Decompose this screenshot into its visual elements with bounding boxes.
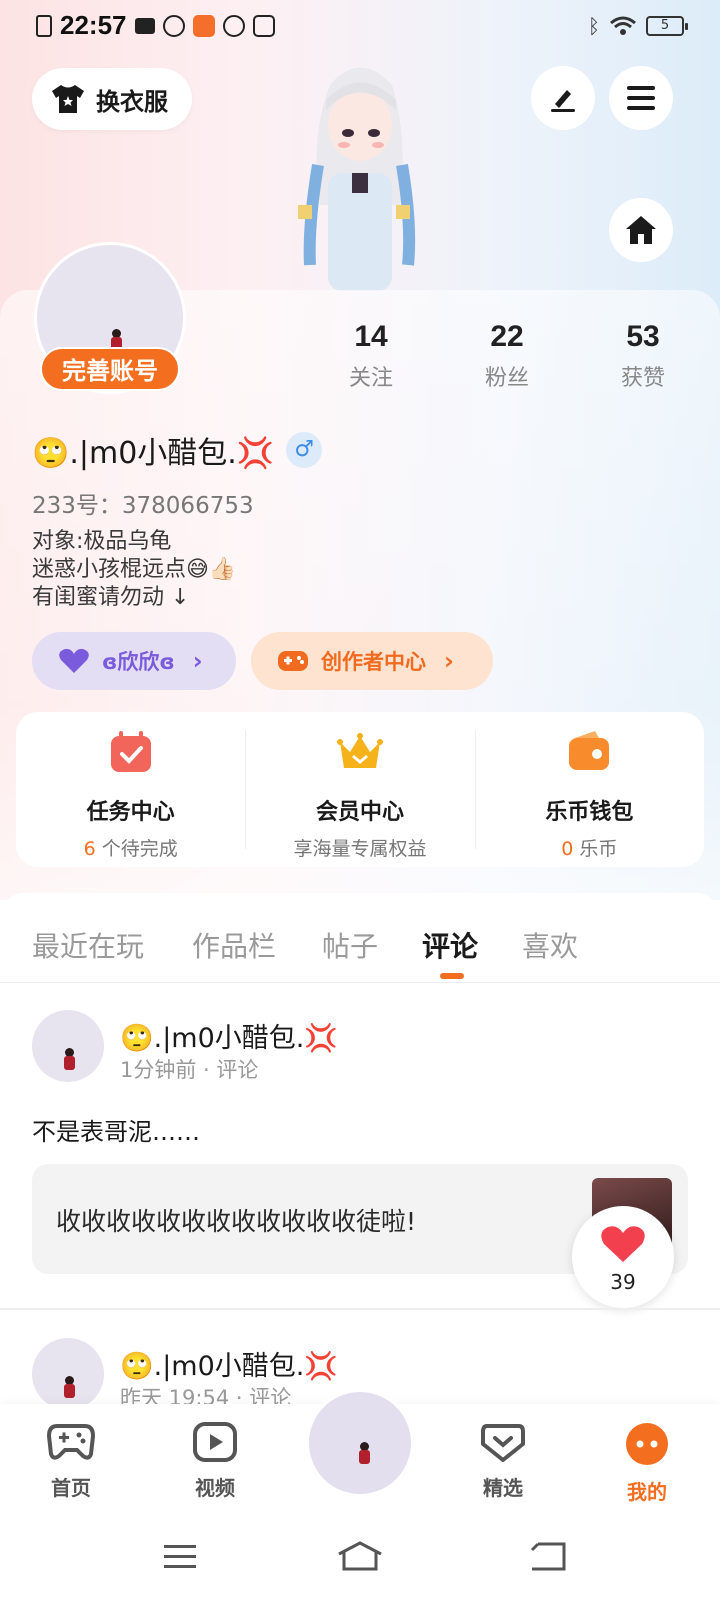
following-label: 关注 — [348, 366, 393, 391]
purple-heart-icon — [59, 648, 89, 673]
system-navigation-bar — [0, 1514, 720, 1606]
comment-avatar[interactable] — [32, 1338, 104, 1410]
pen-icon — [551, 90, 575, 112]
following-count: 14 — [354, 320, 388, 353]
like-count: 39 — [610, 1270, 636, 1294]
status-time: 22:57 — [60, 10, 127, 40]
home-space-button[interactable] — [609, 198, 673, 262]
bio-line: 有闺蜜请勿动 ↓ — [32, 585, 190, 610]
edit-button[interactable] — [531, 66, 595, 130]
vip-center-sub: 享海量专属权益 — [293, 838, 427, 860]
comment-divider — [0, 1308, 720, 1310]
bio-line: 迷惑小孩棍远点😅👍🏻 — [32, 557, 237, 582]
nav-center-avatar[interactable] — [305, 1388, 415, 1498]
recent-apps-icon[interactable] — [162, 1542, 198, 1572]
tab-recent-played[interactable]: 最近在玩 — [32, 925, 144, 965]
tab-comments[interactable]: 评论 — [422, 925, 478, 965]
stat-followers[interactable]: 22 粉丝 — [462, 320, 552, 392]
calendar-check-icon — [110, 731, 151, 772]
tab-posts[interactable]: 帖子 — [322, 925, 378, 965]
nav-home-label: 首页 — [51, 1476, 91, 1500]
nav-featured-label: 精选 — [483, 1476, 523, 1500]
wallet-item[interactable]: 乐币钱包 0 乐币 — [474, 712, 704, 867]
app-notification-icon — [192, 14, 215, 37]
profile-dots-icon — [626, 1423, 668, 1465]
heart-chat-icon — [481, 1424, 525, 1462]
service-card: 任务中心 6 个待完成 会员中心 享海量专属权益 乐币钱包 0 乐币 — [16, 712, 704, 867]
notification-icon — [162, 14, 185, 37]
sim-icon — [36, 14, 52, 37]
username-row: 🙄.|m0小醋包.💢 ♂ — [32, 428, 323, 472]
task-center-item[interactable]: 任务中心 6 个待完成 — [16, 712, 245, 867]
chevron-right-icon: › — [192, 647, 203, 675]
avatar-character[interactable] — [290, 55, 430, 291]
battery-icon: 5 — [646, 16, 688, 36]
quoted-post-text: 收收收收收收收收收收收收徒啦! — [56, 1207, 417, 1236]
nav-me[interactable]: 我的 — [602, 1422, 692, 1505]
avatar-figure — [62, 1376, 76, 1400]
likes-label: 获赞 — [620, 366, 665, 391]
wallet-sub: 0 乐币 — [561, 838, 618, 860]
tab-works[interactable]: 作品栏 — [192, 925, 276, 965]
bio-line: 对象:极品乌龟 — [32, 529, 172, 554]
likes-count: 53 — [626, 320, 660, 353]
comment-text: 不是表哥泥…… — [32, 1118, 200, 1146]
avatar-figure — [357, 1442, 371, 1466]
back-icon[interactable] — [528, 1540, 568, 1572]
bluetooth-icon: ᛒ — [588, 14, 600, 38]
iqiyi-icon — [252, 14, 275, 37]
hamburger-icon — [627, 86, 655, 110]
video-icon — [193, 1422, 237, 1462]
nav-video[interactable]: 视频 — [170, 1422, 260, 1501]
gamepad-icon — [278, 651, 308, 671]
tshirt-icon — [52, 85, 84, 113]
complete-account-button[interactable]: 完善账号 — [40, 347, 180, 391]
male-gender-icon: ♂ — [286, 432, 323, 468]
tab-likes[interactable]: 喜欢 — [522, 925, 578, 965]
tab-active-indicator — [440, 973, 464, 979]
wallet-icon — [569, 731, 610, 770]
chevron-right-icon: › — [444, 647, 454, 675]
bio: 对象:极品乌龟 迷惑小孩棍远点😅👍🏻 有闺蜜请勿动 ↓ — [32, 528, 236, 612]
stat-following[interactable]: 14 关注 — [326, 320, 416, 392]
content-tabs: 最近在玩 作品栏 帖子 评论 喜欢 — [0, 893, 720, 983]
stat-likes[interactable]: 53 获赞 — [598, 320, 688, 392]
task-center-title: 任务中心 — [86, 800, 175, 825]
nav-featured[interactable]: 精选 — [458, 1422, 548, 1501]
nav-video-label: 视频 — [195, 1476, 235, 1500]
avatar-figure — [62, 1048, 76, 1072]
vip-center-item[interactable]: 会员中心 享海量专属权益 — [245, 712, 474, 867]
comment-username: 🙄.|m0小醋包.💢 — [120, 1351, 338, 1382]
heart-icon — [601, 1226, 645, 1262]
wifi-icon — [610, 16, 636, 35]
username: 🙄.|m0小醋包.💢 — [32, 436, 275, 471]
guild-button[interactable]: ɞ欣欣ɞ › — [32, 632, 236, 690]
followers-label: 粉丝 — [484, 366, 529, 391]
app-notification-icon-2 — [222, 14, 245, 37]
wallet-title: 乐币钱包 — [545, 800, 634, 825]
comment-username: 🙄.|m0小醋包.💢 — [120, 1023, 338, 1054]
creator-center-label: 创作者中心 — [321, 650, 426, 674]
system-home-icon[interactable] — [336, 1540, 384, 1572]
change-outfit-button[interactable]: 换衣服 — [32, 68, 192, 130]
vip-center-title: 会员中心 — [315, 800, 404, 825]
menu-button[interactable] — [609, 66, 673, 130]
home-icon — [626, 216, 656, 244]
comment-meta: 1分钟前 · 评论 — [120, 1058, 259, 1082]
task-center-sub: 6 个待完成 — [83, 838, 178, 860]
nav-home[interactable]: 首页 — [26, 1422, 116, 1501]
status-bar: 22:57 ᛒ 5 — [0, 0, 720, 56]
crown-icon — [336, 733, 383, 768]
nav-me-label: 我的 — [627, 1480, 667, 1504]
guild-label: ɞ欣欣ɞ — [102, 650, 175, 674]
followers-count: 22 — [490, 320, 524, 353]
gamepad-icon — [46, 1424, 96, 1460]
account-id[interactable]: 233号：378066753 — [32, 486, 254, 520]
video-call-icon — [134, 17, 155, 34]
like-button[interactable]: 39 — [572, 1206, 674, 1308]
comment-avatar[interactable] — [32, 1010, 104, 1082]
change-outfit-label: 换衣服 — [96, 87, 168, 116]
creator-center-button[interactable]: 创作者中心 › — [251, 632, 493, 690]
